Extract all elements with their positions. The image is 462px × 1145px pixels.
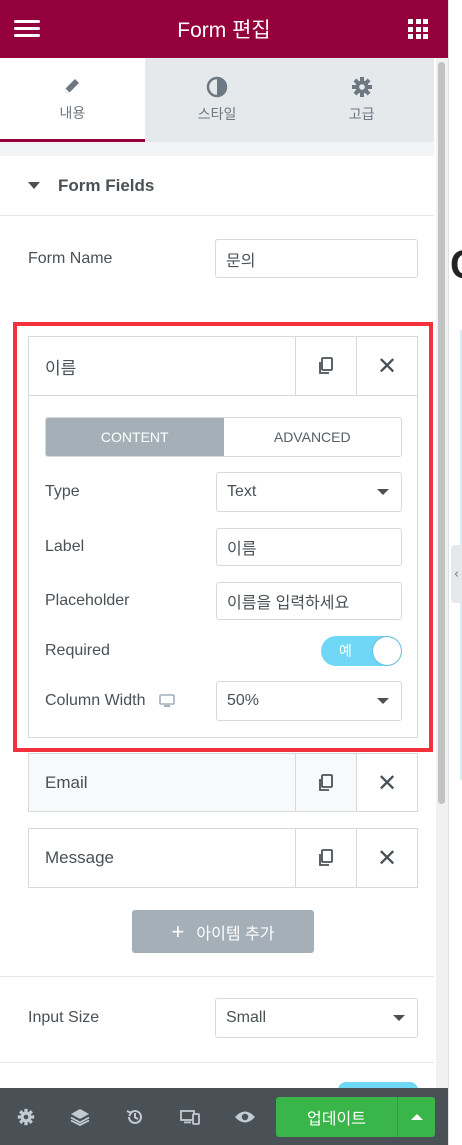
tab-advanced[interactable]: 고급 xyxy=(289,58,434,142)
repeater-item-title: 이름 xyxy=(45,358,77,378)
editor-header: Form 편집 xyxy=(0,0,448,58)
add-item-label: 아이템 추가 xyxy=(196,925,275,943)
caret-down-icon xyxy=(28,182,40,189)
input-size-value: Small xyxy=(226,1009,267,1026)
copy-icon xyxy=(319,357,333,374)
tab-field-content[interactable]: CONTENT xyxy=(46,418,224,456)
input-size-label: Input Size xyxy=(28,1009,100,1026)
remove-item-button[interactable]: ✕ xyxy=(356,754,417,811)
update-options-button[interactable] xyxy=(397,1097,435,1137)
contrast-icon xyxy=(206,76,228,98)
duplicate-item-button[interactable] xyxy=(295,337,356,395)
repeater-item-email: Email ✕ xyxy=(28,753,418,812)
repeater-item-message: Message ✕ xyxy=(28,828,418,888)
field-label-label: Label xyxy=(45,538,85,555)
input-size-select[interactable]: Small xyxy=(215,998,418,1038)
required-toggle-text: 예 xyxy=(339,644,352,660)
repeater-item-header[interactable]: Email ✕ xyxy=(29,754,417,811)
tab-style-label: 스타일 xyxy=(197,106,237,122)
preview-eye-icon[interactable] xyxy=(217,1088,272,1145)
close-icon: ✕ xyxy=(376,844,398,872)
caret-up-icon xyxy=(410,1114,423,1120)
column-width-select[interactable]: 50% xyxy=(216,681,402,721)
column-width-label-row: Column Width xyxy=(45,681,176,721)
gear-icon xyxy=(351,76,373,98)
responsive-mode-icon[interactable] xyxy=(162,1088,217,1145)
add-item-button[interactable]: + 아이템 추가 xyxy=(132,910,314,953)
repeater-item-title: Message xyxy=(45,848,114,867)
section-title: Form Fields xyxy=(58,175,155,195)
update-button[interactable]: 업데이트 xyxy=(276,1097,397,1137)
pencil-icon xyxy=(62,75,82,97)
desktop-icon[interactable] xyxy=(159,694,176,708)
preview-glyph: C xyxy=(450,240,462,290)
chevron-down-icon xyxy=(377,489,389,495)
duplicate-item-button[interactable] xyxy=(295,754,356,811)
placeholder-label: Placeholder xyxy=(45,592,130,609)
repeater-item-header[interactable]: Message ✕ xyxy=(29,829,417,887)
history-icon[interactable] xyxy=(107,1088,162,1145)
copy-icon xyxy=(319,849,333,866)
form-name-input[interactable]: 문의 xyxy=(215,239,418,278)
chevron-down-icon xyxy=(377,698,389,704)
type-select-value: Text xyxy=(227,483,257,500)
remove-item-button[interactable]: ✕ xyxy=(356,829,417,887)
layers-icon[interactable] xyxy=(52,1088,107,1145)
widgets-grid-icon[interactable] xyxy=(408,19,428,39)
tab-style[interactable]: 스타일 xyxy=(145,58,290,142)
type-label: Type xyxy=(45,483,80,500)
field-label-input[interactable]: 이름 xyxy=(216,528,402,566)
divider xyxy=(0,1062,434,1063)
field-inner-tabs: CONTENT ADVANCED xyxy=(45,417,402,457)
duplicate-item-button[interactable] xyxy=(295,829,356,887)
panel-gap xyxy=(0,142,434,156)
close-icon: ✕ xyxy=(376,352,398,380)
tab-content-label: 내용 xyxy=(59,104,86,121)
column-width-value: 50% xyxy=(227,692,260,709)
repeater-item-title: Email xyxy=(45,772,88,792)
scrollbar-thumb[interactable] xyxy=(438,62,445,804)
tab-content[interactable]: 내용 xyxy=(0,58,145,142)
placeholder-input[interactable]: 이름을 입력하세요 xyxy=(216,582,402,620)
chevron-left-icon: ‹ xyxy=(453,566,460,582)
tab-field-advanced[interactable]: ADVANCED xyxy=(224,418,402,456)
chevron-down-icon xyxy=(393,1015,405,1021)
panel-tabs: 내용 스타일 고급 xyxy=(0,58,434,142)
required-label: Required xyxy=(45,642,110,659)
close-icon: ✕ xyxy=(376,768,398,797)
repeater-item-body xyxy=(29,395,417,396)
type-select[interactable]: Text xyxy=(216,472,402,512)
required-toggle[interactable]: 예 xyxy=(321,636,402,666)
copy-icon xyxy=(319,773,333,791)
panel-title: Form 편집 xyxy=(177,19,271,42)
plus-icon: + xyxy=(171,918,185,944)
remove-item-button[interactable]: ✕ xyxy=(356,337,417,395)
hamburger-menu-icon[interactable] xyxy=(14,20,40,38)
form-name-label: Form Name xyxy=(28,250,113,267)
toggle-knob xyxy=(373,637,401,665)
section-form-fields[interactable]: Form Fields xyxy=(0,156,434,216)
divider xyxy=(0,976,434,977)
repeater-item-header[interactable]: 이름 ✕ xyxy=(29,337,417,395)
tab-advanced-label: 고급 xyxy=(348,106,375,122)
column-width-label: Column Width xyxy=(45,692,146,709)
settings-gear-icon[interactable] xyxy=(0,1088,52,1145)
collapse-panel-handle[interactable]: ‹ xyxy=(451,545,462,603)
